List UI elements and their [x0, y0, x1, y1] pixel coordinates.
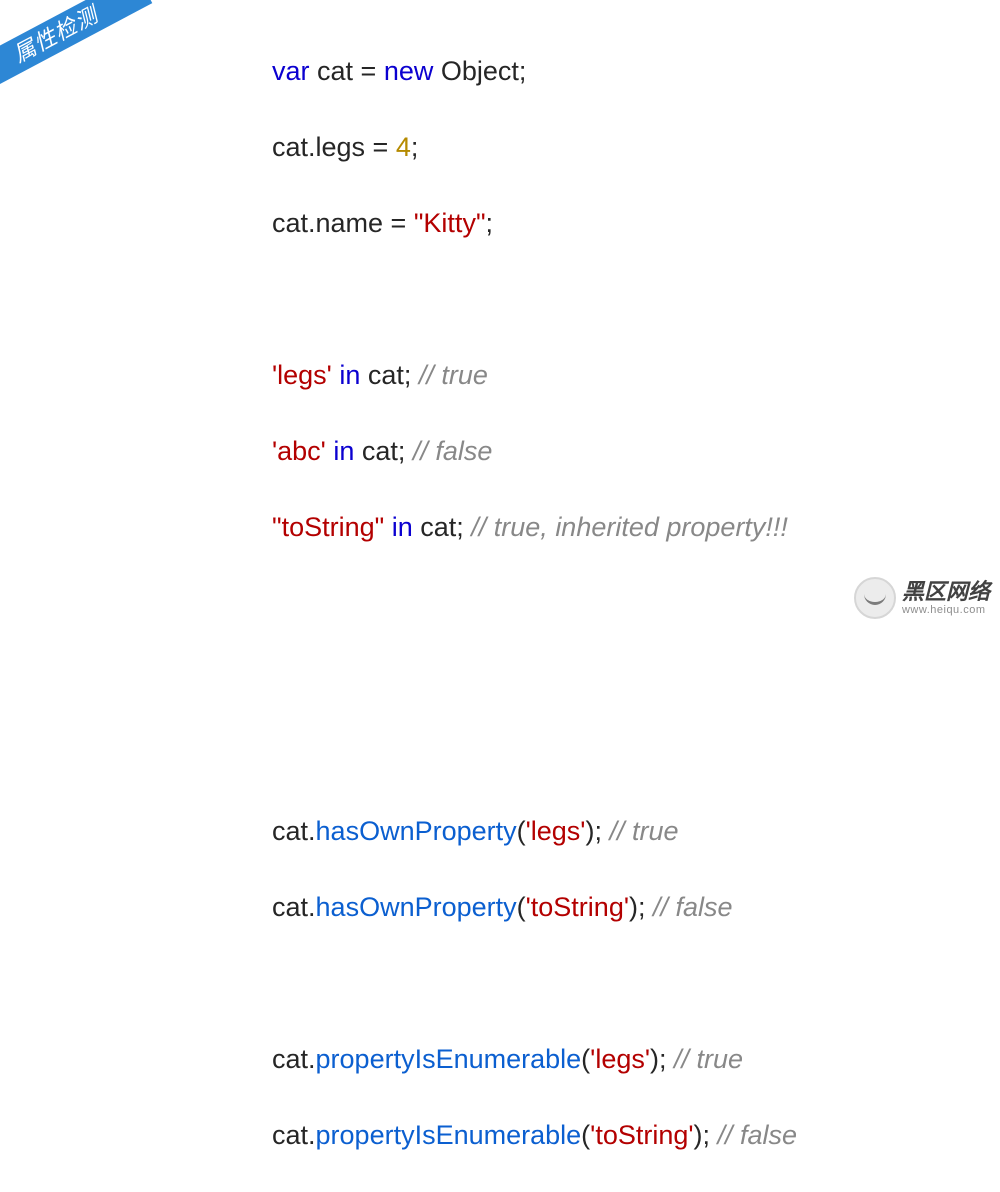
keyword: in	[339, 360, 360, 390]
string: 'toString'	[526, 892, 629, 922]
function-name: propertyIsEnumerable	[316, 1120, 582, 1150]
code-text: cat.	[272, 1120, 316, 1150]
code-text: (	[517, 816, 526, 846]
blank-line	[272, 964, 797, 1002]
code-line: "toString" in cat; // true, inherited pr…	[272, 508, 797, 546]
code-line: cat.name = "Kitty";	[272, 204, 797, 242]
blank-line	[272, 584, 797, 622]
function-name: propertyIsEnumerable	[316, 1044, 582, 1074]
function-name: hasOwnProperty	[316, 892, 517, 922]
code-block: var cat = new Object; cat.legs = 4; cat.…	[272, 14, 797, 1192]
code-text: (	[581, 1044, 590, 1074]
code-text: );	[629, 892, 653, 922]
code-text: cat.	[272, 816, 316, 846]
comment: // true	[609, 816, 678, 846]
code-line: cat.hasOwnProperty('legs'); // true	[272, 812, 797, 850]
code-line: 'legs' in cat; // true	[272, 356, 797, 394]
code-text: cat;	[354, 436, 413, 466]
code-text: Object;	[433, 56, 526, 86]
code-text: ;	[486, 208, 494, 238]
ribbon-label: 属性检测	[9, 2, 102, 67]
function-name: hasOwnProperty	[316, 816, 517, 846]
ribbon-badge: 属性检测	[0, 0, 152, 97]
code-text: );	[585, 816, 609, 846]
keyword: in	[333, 436, 354, 466]
blank-line	[272, 660, 797, 698]
string: 'toString'	[590, 1120, 693, 1150]
code-text	[384, 512, 392, 542]
string: 'legs'	[590, 1044, 650, 1074]
number: 4	[396, 132, 411, 162]
watermark-text: 黑区网络 www.heiqu.com	[902, 581, 990, 616]
string: "Kitty"	[414, 208, 486, 238]
comment: // false	[653, 892, 733, 922]
code-line: var cat = new Object;	[272, 52, 797, 90]
blank-line	[272, 280, 797, 318]
code-text: (	[517, 892, 526, 922]
code-text: cat =	[310, 56, 384, 86]
code-line: cat.propertyIsEnumerable('legs'); // tru…	[272, 1040, 797, 1078]
blank-line	[272, 736, 797, 774]
code-text: cat.	[272, 892, 316, 922]
comment: // false	[718, 1120, 798, 1150]
comment: // true, inherited property!!!	[471, 512, 788, 542]
keyword: new	[384, 56, 434, 86]
code-text: );	[650, 1044, 674, 1074]
watermark-title: 黑区网络	[902, 581, 990, 603]
watermark: 黑区网络 www.heiqu.com	[854, 577, 990, 619]
comment: // true	[674, 1044, 743, 1074]
string: "toString"	[272, 512, 384, 542]
comment: // true	[419, 360, 488, 390]
code-line: cat.propertyIsEnumerable('toString'); //…	[272, 1116, 797, 1154]
code-text: cat;	[413, 512, 472, 542]
code-line: cat.hasOwnProperty('toString'); // false	[272, 888, 797, 926]
code-line: cat.legs = 4;	[272, 128, 797, 166]
string: 'legs'	[272, 360, 332, 390]
string: 'abc'	[272, 436, 326, 466]
code-text: cat.legs =	[272, 132, 396, 162]
string: 'legs'	[526, 816, 586, 846]
comment: // false	[413, 436, 493, 466]
code-line: 'abc' in cat; // false	[272, 432, 797, 470]
watermark-logo-icon	[854, 577, 896, 619]
keyword: var	[272, 56, 310, 86]
code-text: cat;	[360, 360, 419, 390]
watermark-url: www.heiqu.com	[902, 605, 990, 616]
code-text: (	[581, 1120, 590, 1150]
code-text: cat.name =	[272, 208, 414, 238]
code-text: );	[694, 1120, 718, 1150]
code-text: cat.	[272, 1044, 316, 1074]
code-text: ;	[411, 132, 419, 162]
keyword: in	[392, 512, 413, 542]
